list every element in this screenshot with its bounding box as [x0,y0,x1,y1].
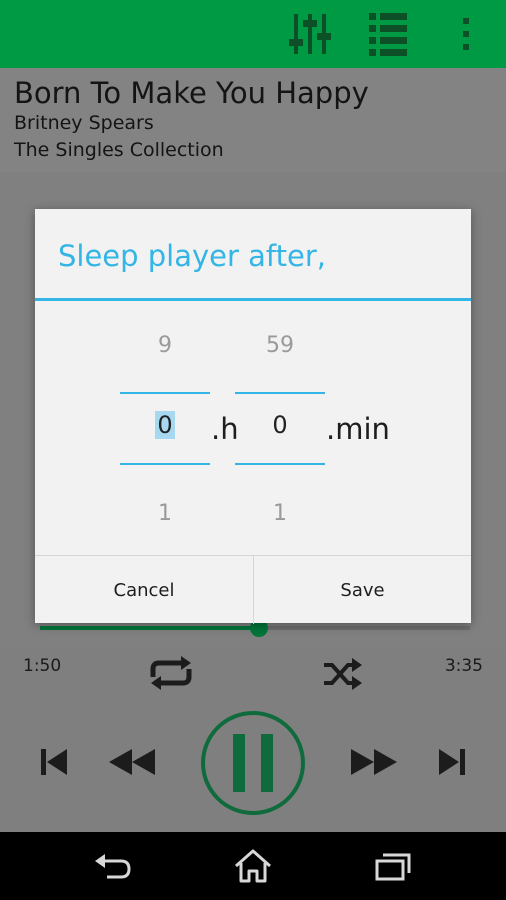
shuffle-icon [324,658,362,690]
total-duration: 3:35 [444,656,483,676]
hours-prev-value[interactable]: 9 [120,333,210,358]
back-button[interactable] [73,832,153,900]
overflow-menu-icon [463,18,469,50]
skip-next-icon [439,749,465,775]
dialog-title: Sleep player after, [58,239,326,273]
equalizer-button[interactable] [282,0,338,68]
minutes-next-value[interactable]: 1 [235,501,325,526]
sleep-timer-dialog: Sleep player after, 9 0 1 .h 59 0 1 .min… [35,209,471,624]
picker-divider [120,463,210,465]
minutes-picker[interactable]: 59 0 1 [235,301,325,555]
minutes-prev-value[interactable]: 59 [235,333,325,358]
skip-next-button[interactable] [432,742,472,782]
rewind-button[interactable] [104,742,160,782]
track-artist: Britney Spears [14,112,154,134]
picker-divider [120,392,210,394]
home-button[interactable] [213,832,293,900]
track-info: Born To Make You Happy Britney Spears Th… [0,68,506,172]
hours-input[interactable]: 0 [155,411,175,439]
track-title: Born To Make You Happy [14,76,369,110]
track-album: The Singles Collection [14,139,224,161]
pause-icon [233,734,245,792]
overflow-menu-button[interactable] [446,0,486,68]
minutes-unit-label: .min [326,412,390,446]
save-button[interactable]: Save [254,556,471,624]
shuffle-button[interactable] [320,654,366,694]
rewind-icon [109,749,155,775]
pause-icon-bar [261,734,273,792]
repeat-button[interactable] [140,652,202,694]
skip-previous-icon [41,749,67,775]
skip-previous-button[interactable] [34,742,74,782]
fast-forward-button[interactable] [346,742,402,782]
home-icon [235,849,271,883]
dialog-button-bar: Cancel Save [35,555,471,624]
minutes-input[interactable]: 0 [272,411,287,439]
fast-forward-icon [351,749,397,775]
pause-button[interactable] [201,711,305,815]
picker-divider [235,392,325,394]
cancel-button[interactable]: Cancel [35,556,253,624]
recents-icon [375,853,411,881]
hours-current-value[interactable]: 0 [120,411,210,439]
back-icon [95,854,131,879]
seek-bar[interactable] [40,619,470,637]
hours-picker[interactable]: 9 0 1 [120,301,210,555]
hours-next-value[interactable]: 1 [120,501,210,526]
seek-bar-progress [40,626,260,630]
playlist-icon [369,13,407,56]
picker-divider [235,463,325,465]
repeat-icon [150,656,192,690]
minutes-current-value[interactable]: 0 [235,411,325,439]
equalizer-icon [289,14,331,54]
recents-button[interactable] [353,832,433,900]
app-toolbar [0,0,506,68]
playlist-button[interactable] [361,0,415,68]
elapsed-time: 1:50 [23,656,62,676]
system-navigation-bar [0,832,506,900]
